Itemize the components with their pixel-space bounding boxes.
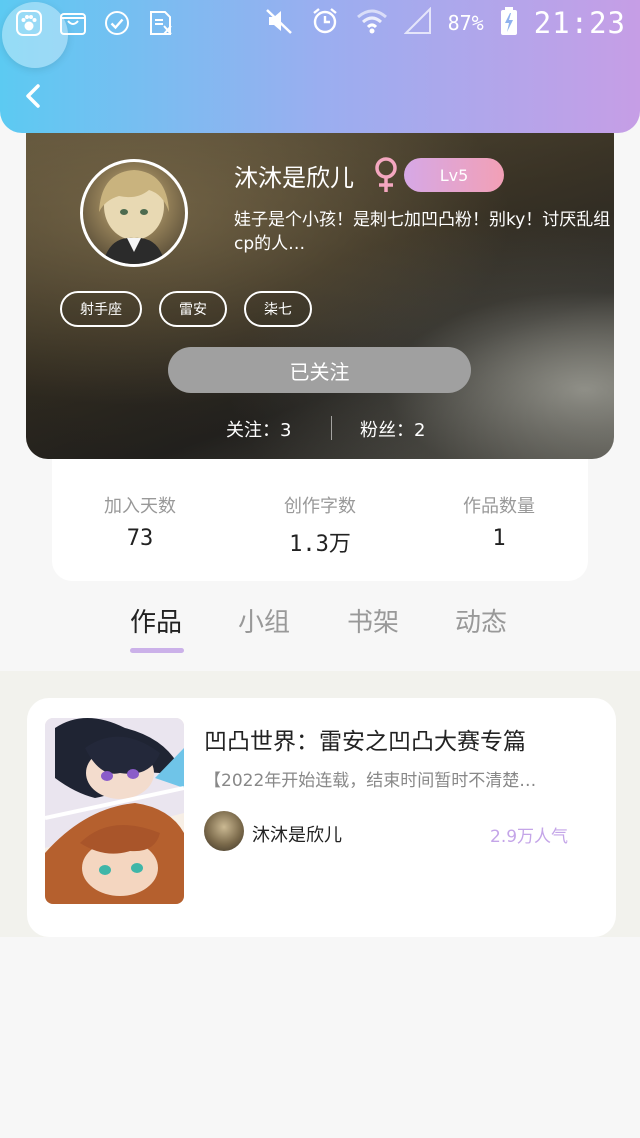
stat-label: 加入天数 [104, 496, 176, 517]
battery-charging-icon [500, 6, 518, 40]
signal-icon [403, 6, 432, 39]
profile-tabs: 作品 小组 书架 动态 [0, 600, 640, 670]
stat-join-days: 加入天数 73 [50, 492, 230, 551]
back-button[interactable] [18, 80, 50, 112]
stat-word-count: 创作字数 1.3万 [230, 492, 410, 558]
tab-groups[interactable]: 小组 [238, 602, 290, 639]
work-title[interactable]: 凹凸世界：雷安之凹凸大赛专篇 [204, 722, 526, 756]
status-bar: 87% 21:23 [0, 0, 640, 68]
battery-percent: 87% [447, 11, 484, 35]
female-gender-icon [371, 156, 401, 198]
check-circle-icon [102, 8, 132, 38]
stat-value: 73 [126, 526, 154, 551]
wifi-icon [356, 7, 388, 39]
alarm-icon [310, 6, 340, 40]
stat-works-count: 作品数量 1 [409, 492, 589, 551]
works-list: 凹凸世界：雷安之凹凸大赛专篇 【2022年开始连载，结束时间暂时不清楚… 沐沐是… [0, 671, 640, 937]
work-cover-image[interactable] [45, 718, 184, 904]
tag-item[interactable]: 射手座 [60, 291, 142, 327]
bag-icon [58, 8, 88, 38]
fans-count[interactable]: 粉丝：2 [360, 416, 425, 442]
chevron-left-icon [26, 84, 40, 108]
stat-value: 1 [492, 526, 506, 551]
work-card[interactable]: 凹凸世界：雷安之凹凸大赛专篇 【2022年开始连载，结束时间暂时不清楚… 沐沐是… [27, 698, 616, 937]
nickname: 沐沐是欣儿 [234, 164, 354, 192]
tab-bookshelf[interactable]: 书架 [347, 602, 399, 639]
following-count[interactable]: 关注：3 [226, 416, 291, 442]
clock: 21:23 [533, 6, 626, 40]
stat-label: 创作字数 [284, 496, 356, 517]
tag-item[interactable]: 雷安 [159, 291, 227, 327]
paw-icon [14, 8, 44, 38]
active-tab-indicator [130, 648, 184, 653]
author-avatar [204, 811, 244, 851]
follow-button[interactable]: 已关注 [168, 347, 471, 393]
follow-counts: 关注：3 粉丝：2 [26, 412, 614, 444]
avatar[interactable] [80, 159, 188, 267]
profile-header-card: 沐沐是欣儿 Lv5 娃子是个小孩！是刺七加凹凸粉！别ky！讨厌乱组cp的人… 射… [26, 112, 614, 459]
work-description: 【2022年开始连载，结束时间暂时不清楚… [204, 771, 537, 791]
popularity-count: 2.9万人气 [490, 827, 569, 847]
tab-works[interactable]: 作品 [130, 602, 182, 639]
author-name: 沐沐是欣儿 [252, 825, 342, 846]
level-badge: Lv5 [404, 158, 504, 192]
stat-value: 1.3万 [289, 532, 351, 557]
excel-icon [146, 8, 176, 38]
tag-item[interactable]: 柒七 [244, 291, 312, 327]
profile-bio: 娃子是个小孩！是刺七加凹凸粉！别ky！讨厌乱组cp的人… [234, 210, 611, 254]
stat-label: 作品数量 [463, 496, 535, 517]
mute-icon [264, 6, 294, 40]
profile-tags: 射手座 雷安 柒七 [60, 291, 312, 327]
stats-card: 加入天数 73 创作字数 1.3万 作品数量 1 [52, 440, 588, 581]
tab-activity[interactable]: 动态 [455, 602, 507, 639]
top-header: 87% 21:23 [0, 0, 640, 133]
divider [331, 416, 332, 440]
